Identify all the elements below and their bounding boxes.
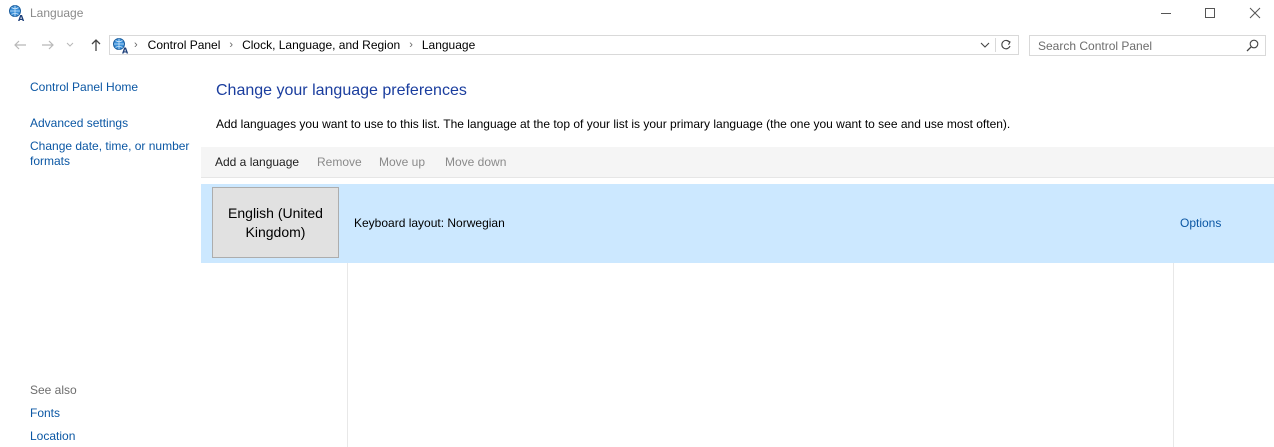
breadcrumb-clock-language-region[interactable]: Clock, Language, and Region bbox=[242, 38, 400, 52]
window-title: Language bbox=[30, 6, 84, 20]
up-button[interactable] bbox=[87, 36, 105, 54]
change-date-time-link-line2: formats bbox=[30, 154, 71, 168]
close-button[interactable] bbox=[1232, 0, 1274, 26]
control-panel-globe-icon: A bbox=[113, 38, 129, 55]
breadcrumb-separator-icon[interactable]: › bbox=[229, 39, 233, 51]
page-title: Change your language preferences bbox=[216, 82, 467, 99]
fonts-link[interactable]: Fonts bbox=[30, 406, 60, 421]
address-dropdown-button[interactable] bbox=[978, 36, 992, 54]
breadcrumb-language[interactable]: Language bbox=[422, 38, 475, 52]
maximize-icon bbox=[1205, 8, 1215, 18]
control-panel-home-link[interactable]: Control Panel Home bbox=[30, 80, 138, 95]
move-down-button[interactable]: Move down bbox=[445, 155, 506, 169]
change-date-time-link-line1: Change date, time, or number bbox=[30, 139, 190, 153]
refresh-icon bbox=[1001, 39, 1011, 50]
advanced-settings-link[interactable]: Advanced settings bbox=[30, 116, 128, 131]
language-toolbar: Add a language Remove Move up Move down bbox=[201, 147, 1274, 178]
arrow-up-icon bbox=[91, 39, 101, 51]
page-description: Add languages you want to use to this li… bbox=[216, 117, 1011, 131]
search-icon[interactable] bbox=[1246, 39, 1259, 52]
breadcrumb: › Control Panel › Clock, Language, and R… bbox=[132, 36, 475, 54]
language-globe-icon: A bbox=[9, 5, 25, 22]
forward-button[interactable] bbox=[39, 36, 57, 54]
search-input[interactable] bbox=[1030, 36, 1248, 55]
close-icon bbox=[1249, 7, 1261, 19]
breadcrumb-control-panel[interactable]: Control Panel bbox=[148, 38, 221, 52]
maximize-button[interactable] bbox=[1187, 0, 1233, 26]
address-bar[interactable]: A › Control Panel › Clock, Language, and… bbox=[109, 35, 1019, 55]
location-link[interactable]: Location bbox=[30, 429, 75, 444]
chevron-down-icon bbox=[66, 42, 74, 47]
minimize-button[interactable] bbox=[1143, 0, 1189, 26]
breadcrumb-separator-icon[interactable]: › bbox=[134, 39, 138, 51]
see-also-label: See also bbox=[30, 383, 77, 397]
svg-text:A: A bbox=[122, 47, 129, 55]
language-options-link[interactable]: Options bbox=[1180, 216, 1221, 230]
title-bar: A Language bbox=[0, 0, 1274, 28]
refresh-button[interactable] bbox=[998, 37, 1014, 53]
keyboard-layout-label: Keyboard layout: Norwegian bbox=[354, 216, 505, 230]
breadcrumb-separator-icon[interactable]: › bbox=[409, 39, 413, 51]
address-divider bbox=[995, 38, 996, 52]
remove-button[interactable]: Remove bbox=[317, 155, 362, 169]
arrow-left-icon bbox=[14, 40, 26, 50]
change-date-time-link[interactable]: Change date, time, or number formats bbox=[30, 139, 189, 169]
move-up-button[interactable]: Move up bbox=[379, 155, 425, 169]
recent-locations-button[interactable] bbox=[64, 36, 76, 54]
arrow-right-icon bbox=[42, 40, 54, 50]
search-box[interactable] bbox=[1029, 35, 1266, 56]
svg-text:A: A bbox=[18, 14, 25, 22]
back-button[interactable] bbox=[11, 36, 29, 54]
minimize-icon bbox=[1161, 13, 1171, 14]
add-language-button[interactable]: Add a language bbox=[215, 155, 299, 169]
language-name-button[interactable]: English (United Kingdom) bbox=[212, 187, 339, 258]
chevron-down-icon bbox=[980, 42, 990, 48]
